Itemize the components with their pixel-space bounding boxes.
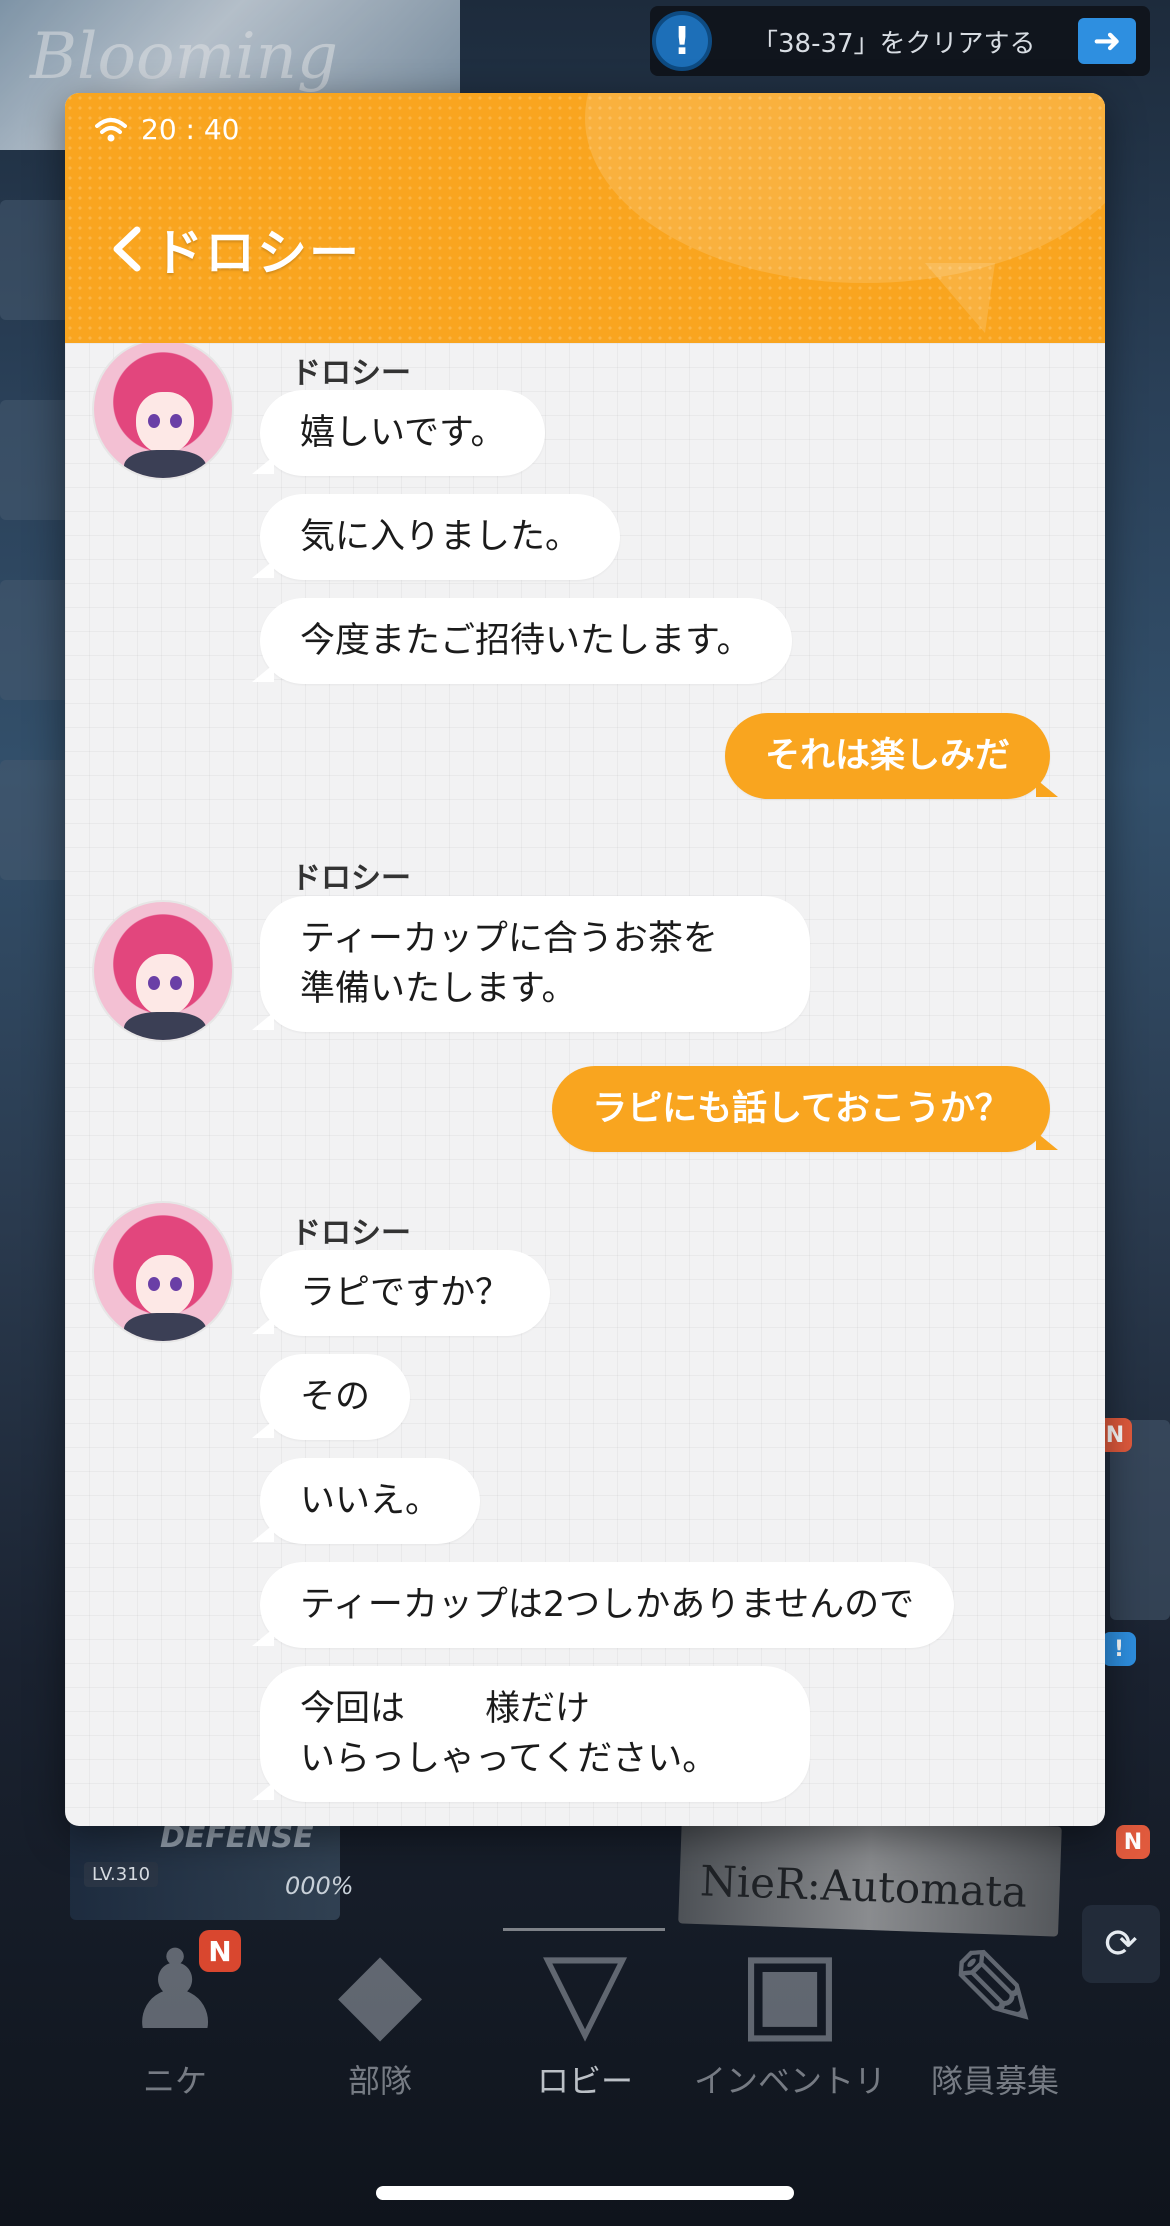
- message-text: 今回は: [300, 1689, 406, 1729]
- recruit-icon: ✎: [948, 1926, 1042, 2054]
- message-bubble: ティーカップに合うお茶を 準備いたします。: [252, 896, 810, 1032]
- my-message-bubble: ラピにも話しておこうか？: [552, 1066, 1058, 1152]
- message-text: いらっしゃってください。: [300, 1739, 718, 1779]
- sender-name: ドロシー: [291, 1216, 411, 1251]
- nav-label: ニケ: [142, 2062, 207, 2100]
- game-logo-text: Blooming: [30, 20, 338, 94]
- message-bubble: ティーカップは2つしかありませんので: [251, 1562, 955, 1648]
- wifi-icon: [95, 117, 127, 141]
- quest-bar[interactable]: ! 「38-37」をクリアする ➜: [650, 6, 1150, 76]
- chat-header: 20 : 40 ドロシー: [65, 93, 1105, 343]
- lobby-icon: ▽: [542, 1926, 628, 2054]
- side-menu-item[interactable]: [0, 580, 70, 700]
- nav-item-recruit[interactable]: ✎ 隊員募集: [895, 1930, 1095, 2130]
- nav-item-nikke[interactable]: ♟ ニケ N: [75, 1930, 275, 2130]
- message-bubble: 気に入りました。: [251, 494, 621, 580]
- quest-text: 「38-37」をクリアする: [752, 28, 1036, 59]
- avatar[interactable]: [92, 900, 234, 1042]
- side-menu-item[interactable]: [0, 200, 70, 320]
- avatar[interactable]: [92, 1201, 234, 1343]
- message-bubble: 嬉しいです。: [251, 390, 546, 476]
- defense-percent: 000%: [285, 1872, 354, 1900]
- sender-name: ドロシー: [291, 356, 411, 391]
- nikke-icon: ♟: [125, 1926, 225, 2054]
- nav-label: 隊員募集: [930, 2062, 1059, 2100]
- chevron-left-icon: [113, 226, 141, 272]
- defense-level: LV.310: [84, 1862, 159, 1887]
- message-bubble: 今度またご招待いたします。: [252, 598, 792, 684]
- message-bubble: その: [251, 1354, 411, 1440]
- my-message-bubble: それは楽しみだ: [724, 713, 1059, 799]
- message-bubble: ラピですか？: [251, 1250, 551, 1336]
- chat-log[interactable]: ドロシー 嬉しいです。 気に入りました。 今度またご招待いたします。 それは楽し…: [65, 343, 1105, 1826]
- home-indicator[interactable]: [376, 2186, 794, 2200]
- message-text: 様だけ: [485, 1689, 591, 1729]
- side-menu-item[interactable]: [0, 760, 70, 880]
- side-menu-item[interactable]: [0, 400, 70, 520]
- arrow-right-icon[interactable]: ➜: [1078, 18, 1136, 64]
- message-bubble: 今回は 様だけ いらっしゃってください。: [252, 1666, 810, 1802]
- contact-name: ドロシー: [153, 224, 361, 282]
- sender-name: ドロシー: [291, 861, 411, 896]
- alert-icon: !: [652, 11, 712, 71]
- status-bar: 20 : 40: [95, 113, 240, 146]
- inventory-icon: ▣: [738, 1926, 842, 2054]
- nav-item-inventory[interactable]: ▣ インベントリ: [690, 1930, 890, 2130]
- squad-icon: ◆: [337, 1926, 423, 2054]
- nav-label: 部隊: [347, 2062, 412, 2100]
- status-time: 20 : 40: [141, 113, 240, 146]
- bottom-nav: ♟ ニケ N ◆ 部隊 ▽ ロビー ▣ インベントリ ✎ 隊員募集: [0, 1930, 1170, 2130]
- nav-label: インベントリ: [693, 2062, 886, 2100]
- alert-badge: !: [1102, 1632, 1136, 1666]
- nav-label: ロビー: [536, 2062, 633, 2100]
- avatar[interactable]: [92, 343, 234, 480]
- nav-item-squad[interactable]: ◆ 部隊: [280, 1930, 480, 2130]
- message-bubble: いいえ。: [251, 1458, 481, 1544]
- new-badge: N: [1116, 1825, 1150, 1859]
- redacted-name: [405, 1692, 486, 1728]
- nav-item-lobby[interactable]: ▽ ロビー: [485, 1930, 685, 2130]
- messenger-window: 20 : 40 ドロシー ドロシー 嬉しいです。 気に入りました。 今度またご招…: [65, 93, 1105, 1826]
- new-badge: N: [199, 1930, 241, 1972]
- back-button[interactable]: ドロシー: [109, 213, 361, 285]
